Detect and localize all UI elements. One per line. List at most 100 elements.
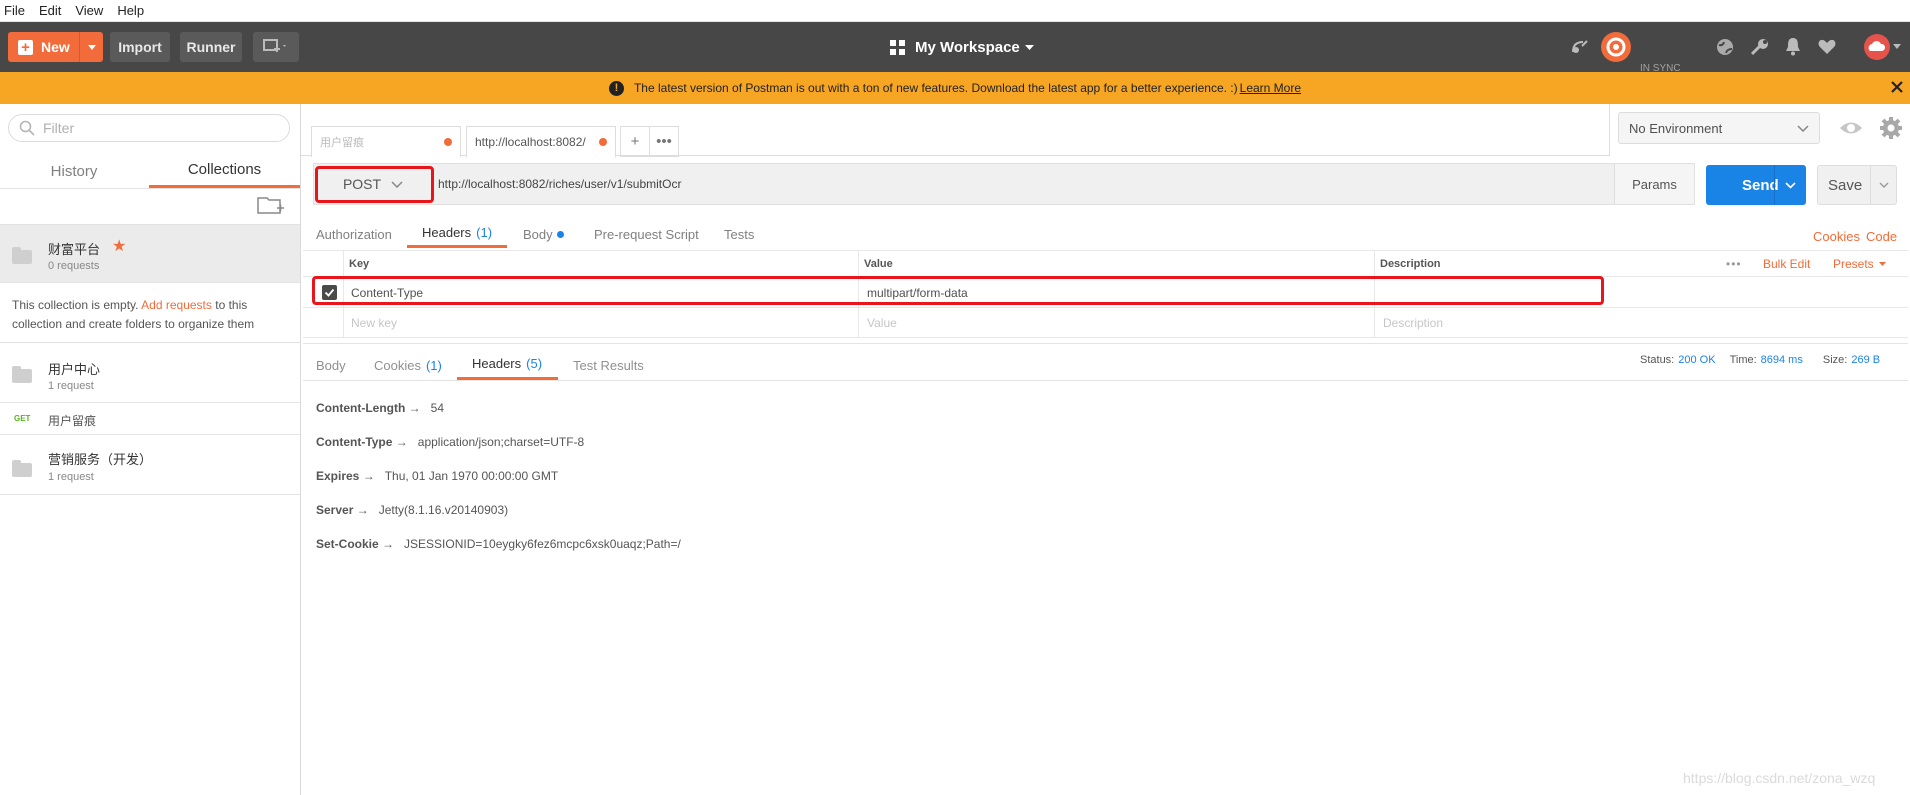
tab-collections[interactable]: Collections xyxy=(149,154,300,188)
avatar[interactable] xyxy=(1864,34,1890,60)
menu-file[interactable]: File xyxy=(4,3,25,18)
sidebar-divider xyxy=(0,188,300,189)
new-key-input[interactable]: New key xyxy=(351,308,397,337)
method-highlight-box xyxy=(315,166,434,203)
menu-help[interactable]: Help xyxy=(117,3,144,18)
send-dropdown-caret-icon[interactable] xyxy=(1774,165,1806,205)
menu-view[interactable]: View xyxy=(75,3,103,18)
url-bar: POST http://localhost:8082/riches/user/v… xyxy=(313,163,1695,205)
response-tab-body[interactable]: Body xyxy=(316,350,346,380)
bulk-edit-link[interactable]: Bulk Edit xyxy=(1763,251,1810,276)
more-tabs-icon[interactable]: ••• xyxy=(649,126,679,157)
tab-body[interactable]: Body xyxy=(523,220,564,248)
tab-body-label: Body xyxy=(523,226,553,242)
response-header-row: Set-Cookie → JSESSIONID=10eygky6fez6mcpc6… xyxy=(316,537,681,551)
body-dot-icon xyxy=(556,230,564,238)
workspace-switcher[interactable]: My Workspace xyxy=(890,22,1034,72)
avatar-dropdown-caret-icon[interactable] xyxy=(1893,44,1901,49)
collection-item[interactable]: 营销服务（开发） 1 request xyxy=(0,435,300,495)
tab-tests[interactable]: Tests xyxy=(724,220,754,248)
wrench-icon[interactable] xyxy=(1750,38,1770,56)
collection-count: 1 request xyxy=(48,380,94,392)
new-window-button[interactable] xyxy=(253,32,299,62)
params-button[interactable]: Params xyxy=(1614,164,1694,204)
tab-pre-request-script[interactable]: Pre-request Script xyxy=(594,220,699,248)
size-value: 269 B xyxy=(1851,354,1881,366)
main-panel: 用户留痕 http://localhost:8082/ + ••• xyxy=(301,104,1910,795)
filter-placeholder: Filter xyxy=(43,120,75,136)
send-button[interactable]: Send xyxy=(1706,165,1806,205)
new-button-label: New xyxy=(41,39,70,55)
filter-input[interactable]: Filter xyxy=(8,114,290,142)
satellite-icon[interactable] xyxy=(1570,38,1590,56)
menu-edit[interactable]: Edit xyxy=(39,3,61,18)
import-button[interactable]: Import xyxy=(110,32,170,62)
cookies-link[interactable]: Cookies xyxy=(1813,222,1860,250)
presets-dropdown[interactable]: Presets xyxy=(1833,251,1886,276)
sidebar: Filter History Collections 财富平台 ★ 0 requ… xyxy=(0,104,301,795)
new-collection-icon[interactable] xyxy=(257,194,285,216)
response-tab-cookies[interactable]: Cookies (1) xyxy=(374,350,442,380)
column-divider xyxy=(1374,308,1375,337)
collection-item[interactable]: 用户中心 1 request xyxy=(0,343,300,403)
request-tab-label: 用户留痕 xyxy=(320,137,364,149)
save-dropdown-caret-icon[interactable] xyxy=(1870,166,1896,204)
response-meta: Status: 200 OK Time: 8694 ms Size: 269 B xyxy=(1640,354,1880,366)
column-value: Value xyxy=(864,257,893,270)
tab-headers-count: (1) xyxy=(476,225,493,240)
request-tab-label: http://localhost:8082/ xyxy=(475,135,586,149)
tab-history[interactable]: History xyxy=(0,154,148,188)
response-header-name: Server → xyxy=(316,503,369,517)
collection-name: 用户中心 xyxy=(48,362,101,377)
search-icon xyxy=(19,120,35,136)
folder-icon xyxy=(12,247,32,264)
collection-item[interactable]: 财富平台 ★ 0 requests xyxy=(0,225,300,283)
new-window-icon xyxy=(263,39,286,52)
chevron-down-icon xyxy=(1024,44,1034,50)
empty-text: collection and create folders to organiz… xyxy=(12,317,255,331)
new-value-input[interactable]: Value xyxy=(867,308,897,337)
more-options-icon[interactable]: ••• xyxy=(1726,251,1742,276)
close-banner-icon[interactable] xyxy=(1890,80,1904,94)
collection-name: 营销服务（开发） xyxy=(48,452,153,467)
tab-headers[interactable]: Headers (1) xyxy=(407,220,507,248)
empty-collection-message: This collection is empty. Add requests t… xyxy=(12,296,297,334)
response-tab-test-results[interactable]: Test Results xyxy=(573,350,644,380)
save-button[interactable]: Save xyxy=(1817,165,1897,205)
update-banner: ! The latest version of Postman is out w… xyxy=(0,72,1910,104)
runner-button[interactable]: Runner xyxy=(180,32,242,62)
new-dropdown-caret-icon[interactable] xyxy=(79,32,103,62)
code-link[interactable]: Code xyxy=(1866,222,1897,250)
new-tab-button[interactable]: + xyxy=(620,126,650,157)
sync-status-icon[interactable] xyxy=(1601,32,1631,62)
size-label: Size: xyxy=(1822,354,1848,366)
eye-icon[interactable] xyxy=(1836,115,1866,141)
request-item[interactable]: GET 用户留痕 xyxy=(0,403,300,435)
bell-icon[interactable] xyxy=(1785,37,1801,56)
gear-icon[interactable] xyxy=(1879,116,1903,140)
new-description-input[interactable]: Description xyxy=(1383,308,1443,337)
heart-icon[interactable] xyxy=(1818,39,1836,55)
workspace-name: My Workspace xyxy=(915,38,1020,56)
response-tab-cookies-label: Cookies xyxy=(374,357,421,373)
response-tab-headers[interactable]: Headers (5) xyxy=(457,350,558,380)
grid-icon xyxy=(890,39,905,55)
globe-icon[interactable] xyxy=(1716,38,1734,56)
url-input[interactable]: http://localhost:8082/riches/user/v1/sub… xyxy=(438,164,681,204)
column-description: Description xyxy=(1380,257,1441,270)
response-tab-cookies-count: (1) xyxy=(425,357,442,373)
tab-headers-label: Headers xyxy=(422,225,472,240)
response-header-name: Expires → xyxy=(316,469,375,483)
environment-select[interactable]: No Environment xyxy=(1618,112,1820,144)
request-tab[interactable]: 用户留痕 xyxy=(311,126,461,157)
request-tab-active[interactable]: http://localhost:8082/ xyxy=(466,126,616,158)
banner-text: The latest version of Postman is out wit… xyxy=(633,81,1238,95)
star-icon[interactable]: ★ xyxy=(112,236,126,256)
watermark: https://blog.csdn.net/zona_wzq xyxy=(1683,770,1876,786)
learn-more-link[interactable]: Learn More xyxy=(1240,81,1301,95)
new-button[interactable]: + New xyxy=(8,32,103,62)
add-requests-link[interactable]: Add requests xyxy=(141,298,212,312)
tab-authorization[interactable]: Authorization xyxy=(316,220,392,248)
column-divider xyxy=(858,308,859,337)
response-header-row: Server → Jetty(8.1.16.v20140903) xyxy=(316,503,508,517)
